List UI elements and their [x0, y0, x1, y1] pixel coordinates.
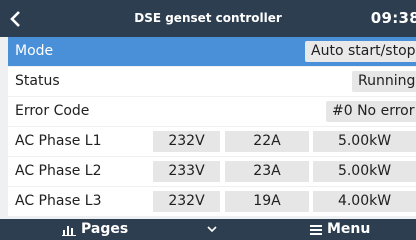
pages-label: Pages: [81, 221, 129, 237]
ac-phase-l1-power: 5.00kW: [313, 131, 416, 152]
clock: 09:38: [370, 9, 416, 27]
mode-label: Mode: [15, 43, 54, 59]
ac-phase-l3-row[interactable]: AC Phase L3 232V 19A 4.00kW: [8, 187, 416, 216]
status-label: Status: [15, 73, 60, 89]
status-row[interactable]: Status Running: [8, 67, 416, 96]
ac-phase-l2-current: 23A: [225, 161, 309, 182]
menu-label: Menu: [327, 221, 371, 237]
error-code-value: #0 No error: [326, 101, 416, 122]
error-code-label: Error Code: [15, 103, 90, 119]
error-code-row[interactable]: Error Code #0 No error: [8, 97, 416, 126]
top-bar: DSE genset controller 09:38: [0, 0, 416, 37]
ac-phase-l2-label: AC Phase L2: [15, 163, 102, 179]
ac-phase-l1-row[interactable]: AC Phase L1 232V 22A 5.00kW: [8, 127, 416, 156]
ac-phase-l2-power: 5.00kW: [313, 161, 416, 182]
mode-value: Auto start/stop: [305, 41, 416, 62]
pages-bar-chart-icon: [62, 225, 76, 236]
mode-row[interactable]: Mode Auto start/stop: [8, 37, 416, 66]
hamburger-menu-icon: [310, 225, 322, 235]
ac-phase-l1-current: 22A: [225, 131, 309, 152]
ac-phase-l3-power: 4.00kW: [313, 191, 416, 212]
bottom-nav-bar: Pages Menu: [0, 219, 416, 240]
ac-phase-l3-voltage: 232V: [153, 191, 220, 212]
page-title: DSE genset controller: [134, 11, 282, 25]
chevron-down-icon[interactable]: [206, 224, 218, 234]
ac-phase-l2-row[interactable]: AC Phase L2 233V 23A 5.00kW: [8, 157, 416, 186]
status-value: Running: [352, 71, 416, 92]
ac-phase-l3-current: 19A: [225, 191, 309, 212]
ac-phase-l1-voltage: 232V: [153, 131, 220, 152]
ac-phase-l3-label: AC Phase L3: [15, 193, 102, 209]
ac-phase-l2-voltage: 233V: [153, 161, 220, 182]
pages-button[interactable]: Pages: [62, 219, 128, 240]
ac-phase-l1-label: AC Phase L1: [15, 133, 102, 149]
menu-button[interactable]: Menu: [310, 219, 370, 240]
